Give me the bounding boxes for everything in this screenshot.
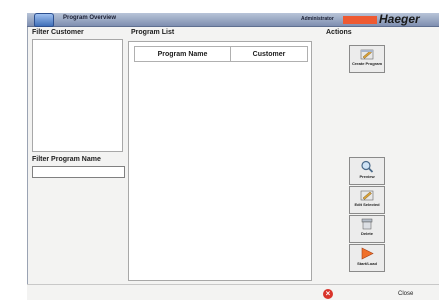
title-bar: Program Overview Administrator Haeger bbox=[27, 12, 439, 27]
edit-selected-button[interactable]: Edit Selected bbox=[349, 186, 385, 214]
delete-button[interactable]: Delete bbox=[349, 215, 385, 243]
start-load-button[interactable]: Start/Load bbox=[349, 244, 385, 272]
status-bar bbox=[27, 284, 439, 300]
customer-filter-list[interactable] bbox=[32, 39, 123, 152]
start-load-label: Start/Load bbox=[357, 261, 377, 266]
edit-selected-label: Edit Selected bbox=[354, 202, 380, 207]
delete-icon bbox=[361, 218, 373, 230]
magnifier-icon bbox=[361, 160, 374, 173]
logo-stripe bbox=[343, 16, 377, 24]
column-header-customer[interactable]: Customer bbox=[231, 47, 307, 61]
window-title: Program Overview bbox=[63, 15, 117, 21]
create-program-label: Create Program bbox=[351, 61, 382, 66]
actions-label: Actions bbox=[326, 29, 352, 36]
column-header-program-name[interactable]: Program Name bbox=[135, 47, 231, 61]
brand-logo: Haeger bbox=[343, 12, 439, 26]
play-icon bbox=[361, 247, 374, 260]
table-header: Program Name Customer bbox=[134, 46, 308, 62]
delete-label: Delete bbox=[360, 231, 373, 236]
program-name-filter-input[interactable] bbox=[32, 166, 125, 178]
folder-icon bbox=[34, 13, 54, 27]
preview-button[interactable]: Preview bbox=[349, 157, 385, 185]
filter-program-name-label: Filter Program Name bbox=[32, 156, 101, 163]
close-button[interactable]: Close bbox=[398, 291, 413, 297]
filter-customer-label: Filter Customer bbox=[32, 29, 84, 36]
program-list-label: Program List bbox=[131, 29, 175, 36]
logo-text: Haeger bbox=[379, 12, 420, 26]
edit-icon bbox=[360, 190, 374, 201]
program-list-table[interactable]: Program Name Customer bbox=[128, 41, 312, 281]
create-program-icon bbox=[360, 49, 374, 60]
close-icon[interactable]: × bbox=[323, 289, 333, 299]
create-program-button[interactable]: Create Program bbox=[349, 45, 385, 73]
preview-label: Preview bbox=[359, 174, 375, 179]
user-label: Administrator bbox=[301, 16, 334, 22]
